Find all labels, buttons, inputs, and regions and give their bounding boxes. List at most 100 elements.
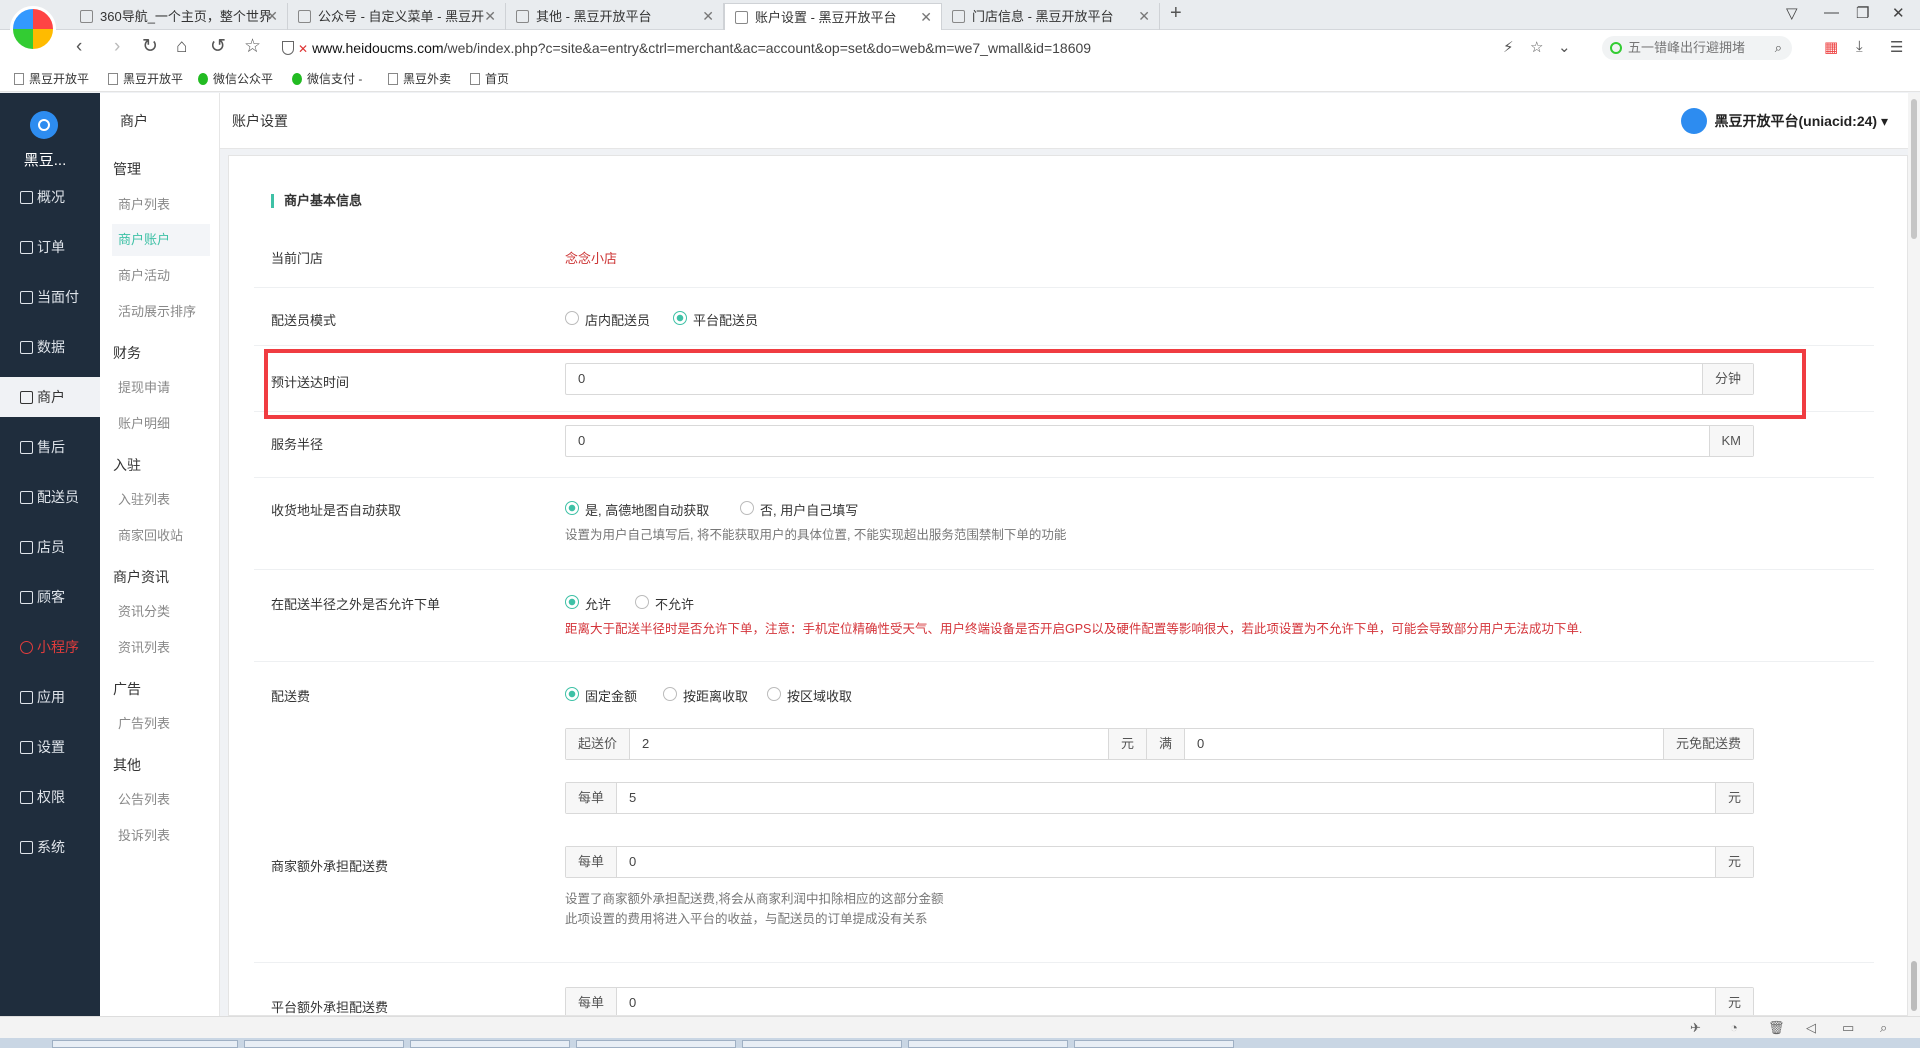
speed-icon[interactable]: ◔ xyxy=(1730,1020,1738,1035)
taskbar-item[interactable] xyxy=(244,1040,404,1048)
submenu-item-merchant-activity[interactable]: 商户活动 xyxy=(112,260,210,292)
nav-settings[interactable]: 设置 xyxy=(0,727,100,767)
min-order-input[interactable]: 起送价 2 元 满 0 元免配送费 xyxy=(565,728,1754,760)
menu-icon[interactable]: ☰ xyxy=(1890,38,1903,56)
bookmark-item[interactable]: 黑豆开放平 xyxy=(108,70,183,87)
search-icon[interactable]: ⌕ xyxy=(1775,36,1782,60)
page-icon xyxy=(108,73,118,85)
shirt-icon[interactable]: ▽ xyxy=(1786,4,1798,22)
bookmark-item[interactable]: 黑豆开放平 xyxy=(14,70,89,87)
trash-icon[interactable]: 🗑 xyxy=(1768,1020,1785,1036)
close-icon[interactable]: ✕ xyxy=(920,4,932,30)
page-scrollbar[interactable] xyxy=(1908,93,1920,1016)
nav-permissions[interactable]: 权限 xyxy=(0,777,100,817)
zoom-icon[interactable]: ⌕ xyxy=(1880,1020,1887,1036)
delivery-fee-row: 配送费 固定金额 按距离收取 按区域收取 起送价 2 元 满 0 元免配送费 每… xyxy=(254,662,1874,962)
taskbar-item[interactable] xyxy=(742,1040,902,1048)
taskbar-item[interactable] xyxy=(576,1040,736,1048)
submenu-item-news-list[interactable]: 资讯列表 xyxy=(112,632,210,664)
submenu-item-complaint-list[interactable]: 投诉列表 xyxy=(112,820,210,852)
restore-icon[interactable]: ❐ xyxy=(1856,4,1869,22)
field-label: 收货地址是否自动获取 xyxy=(271,503,402,518)
nav-mini-program[interactable]: 小程序 xyxy=(0,627,100,667)
nav-face-pay[interactable]: 当面付 xyxy=(0,277,100,317)
nav-courier[interactable]: 配送员 xyxy=(0,477,100,517)
platform-extra-fee-input[interactable]: 每单 0 元 xyxy=(565,987,1754,1015)
per-order-fee-input[interactable]: 每单 5 元 xyxy=(565,782,1754,814)
favorite-icon[interactable]: ☆ xyxy=(1530,38,1543,56)
radio-distance-fee[interactable]: 按距离收取 xyxy=(663,686,748,705)
close-icon[interactable]: ✕ xyxy=(266,3,278,30)
nav-overview[interactable]: 概况 xyxy=(0,177,100,217)
submenu-item-merchant-account[interactable]: 商户账户 xyxy=(112,224,210,256)
nav-clerk[interactable]: 店员 xyxy=(0,527,100,567)
radius-input[interactable]: 0 KM xyxy=(565,425,1754,457)
download-icon[interactable]: ⤓ xyxy=(1856,38,1863,55)
submenu-item-news-category[interactable]: 资讯分类 xyxy=(112,596,210,628)
undo-icon[interactable]: ↺ xyxy=(210,37,226,57)
radio-allow-order[interactable]: 允许 xyxy=(565,594,611,613)
radio-auto-address-no[interactable]: 否, 用户自己填写 xyxy=(740,500,858,519)
back-icon[interactable]: ‹ xyxy=(76,37,82,57)
window-icon[interactable]: ▭ xyxy=(1842,1020,1854,1036)
nav-system[interactable]: 系统 xyxy=(0,827,100,867)
home-icon[interactable]: ⌂ xyxy=(176,37,187,57)
bookmark-item[interactable]: 微信公众平 xyxy=(198,70,273,87)
taskbar-item[interactable] xyxy=(410,1040,570,1048)
browser-logo-icon[interactable] xyxy=(10,6,56,52)
radio-fixed-fee[interactable]: 固定金额 xyxy=(565,686,637,705)
close-icon[interactable]: ✕ xyxy=(484,3,496,30)
nav-merchant[interactable]: 商户 xyxy=(0,377,100,417)
tab-store-info[interactable]: 门店信息 - 黑豆开放平台 ✕ xyxy=(942,3,1160,30)
forward-icon[interactable]: › xyxy=(114,37,120,57)
radio-in-store-courier[interactable]: 店内配送员 xyxy=(565,310,650,329)
tab-account-settings[interactable]: 账户设置 - 黑豆开放平台 ✕ xyxy=(724,3,942,30)
taskbar-item[interactable] xyxy=(52,1040,238,1048)
close-icon[interactable]: ✕ xyxy=(1138,3,1150,30)
submenu-item-activity-sort[interactable]: 活动展示排序 xyxy=(112,296,210,328)
radio-auto-address-yes[interactable]: 是, 高德地图自动获取 xyxy=(565,500,709,519)
scrollbar-thumb[interactable] xyxy=(1911,99,1917,239)
chevron-down-icon[interactable]: ⌄ xyxy=(1558,38,1571,56)
tab-other[interactable]: 其他 - 黑豆开放平台 ✕ xyxy=(506,3,724,30)
account-menu[interactable]: 黑豆开放平台(uniacid:24) ▾ xyxy=(1680,108,1888,134)
minimize-icon[interactable]: — xyxy=(1824,4,1839,21)
nav-apps[interactable]: 应用 xyxy=(0,677,100,717)
url-field[interactable]: ✕ www.heidoucms.com/web/index.php?c=site&… xyxy=(282,36,1582,60)
field-label: 平台额外承担配送费 xyxy=(271,1000,389,1015)
merchant-extra-fee-input[interactable]: 每单 0 元 xyxy=(565,846,1754,878)
volume-icon[interactable]: ◁ xyxy=(1806,1020,1816,1036)
radio-disallow-order[interactable]: 不允许 xyxy=(635,594,694,613)
submenu-item-account-detail[interactable]: 账户明细 xyxy=(112,408,210,440)
submenu-item-ad-list[interactable]: 广告列表 xyxy=(112,708,210,740)
scrollbar-thumb[interactable] xyxy=(1911,961,1917,1011)
tab-360[interactable]: 360导航_一个主页，整个世界 ✕ xyxy=(70,3,288,30)
dashboard-icon xyxy=(20,191,33,204)
new-tab-button[interactable]: + xyxy=(1170,2,1182,25)
tab-menu[interactable]: 公众号 - 自定义菜单 - 黑豆开 ✕ xyxy=(288,3,506,30)
apps-icon[interactable]: ▦ xyxy=(1824,38,1838,56)
nav-customer[interactable]: 顾客 xyxy=(0,577,100,617)
bookmark-item[interactable]: 微信支付 - xyxy=(292,70,362,87)
nav-after-sales[interactable]: 售后 xyxy=(0,427,100,467)
submenu-item-merchant-list[interactable]: 商户列表 xyxy=(112,189,210,221)
taskbar-item[interactable] xyxy=(1074,1040,1234,1048)
nav-data[interactable]: 数据 xyxy=(0,327,100,367)
bookmark-item[interactable]: 首页 xyxy=(470,70,509,87)
submenu-item-recycle-bin[interactable]: 商家回收站 xyxy=(112,520,210,552)
radio-platform-courier[interactable]: 平台配送员 xyxy=(673,310,758,329)
submenu-item-withdraw[interactable]: 提现申请 xyxy=(112,372,210,404)
refresh-icon[interactable]: ↻ xyxy=(142,37,158,57)
close-window-icon[interactable]: ✕ xyxy=(1892,4,1905,22)
radio-area-fee[interactable]: 按区域收取 xyxy=(767,686,852,705)
nav-orders[interactable]: 订单 xyxy=(0,227,100,267)
taskbar-item[interactable] xyxy=(908,1040,1068,1048)
rocket-icon[interactable]: ✈ xyxy=(1690,1020,1701,1036)
submenu-item-settle-list[interactable]: 入驻列表 xyxy=(112,484,210,516)
submenu-item-notice-list[interactable]: 公告列表 xyxy=(112,784,210,816)
star-icon[interactable]: ☆ xyxy=(244,37,261,57)
close-icon[interactable]: ✕ xyxy=(702,3,714,30)
bookmark-item[interactable]: 黑豆外卖 xyxy=(388,70,451,87)
lightning-icon[interactable]: ⚡ xyxy=(1503,38,1514,56)
search-input[interactable]: 五一错峰出行避拥堵 ⌕ xyxy=(1602,36,1792,60)
